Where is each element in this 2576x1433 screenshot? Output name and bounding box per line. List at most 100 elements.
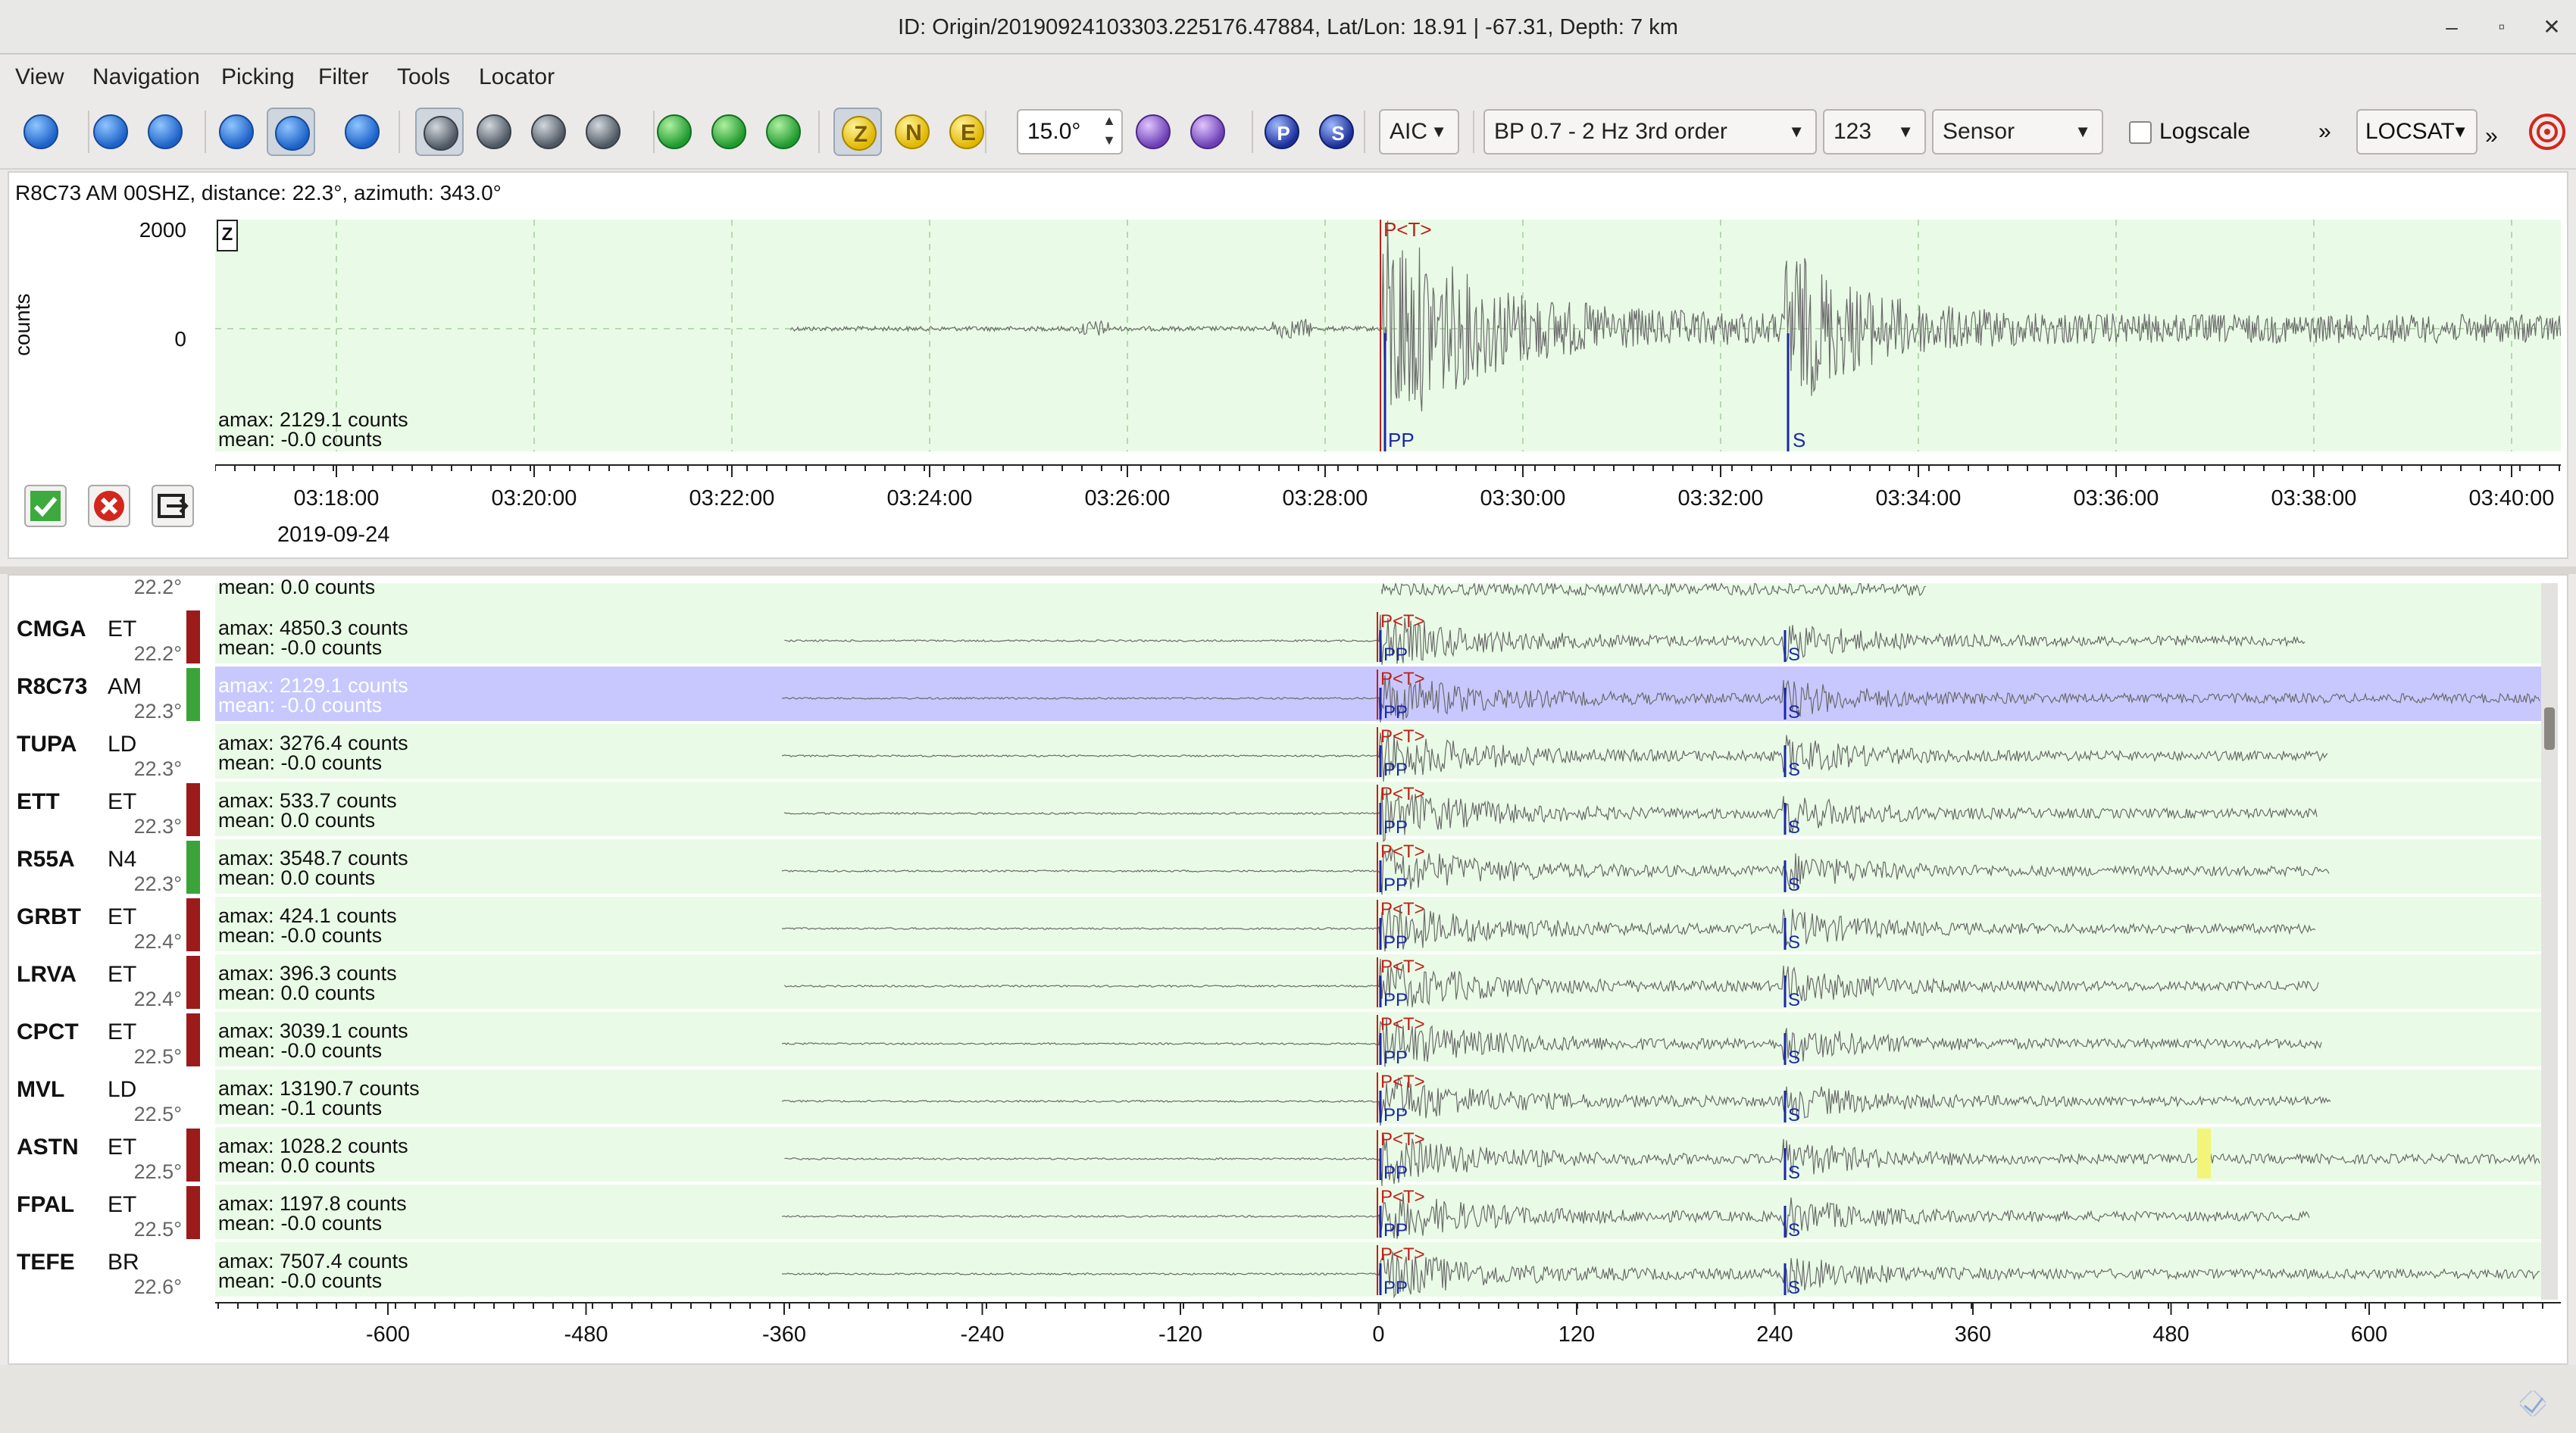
picker-combo[interactable]: AIC ▼	[1379, 109, 1459, 155]
toolbar-separator	[1252, 111, 1253, 153]
chevron-down-icon: ▼	[2452, 122, 2468, 141]
station-name[interactable]: ETT	[17, 789, 60, 815]
row-mean: mean: -0.0 counts	[218, 694, 383, 716]
station-traces-plot[interactable]: P<T>PP SP<T>PP SP<T>PP SP<T>PP SP<T>PP SP<T>P…	[215, 583, 2541, 1300]
station-name[interactable]: MVL	[17, 1077, 64, 1103]
menu-filter[interactable]: Filter	[318, 55, 369, 100]
network-code: ET	[108, 617, 137, 642]
toolbar-separator	[205, 111, 206, 153]
relative-tick-label: 240	[1756, 1322, 1793, 1347]
row-s-label: S	[1788, 645, 1800, 665]
station-name[interactable]: TEFE	[17, 1250, 75, 1275]
row-theoretical-label: P<T>	[1380, 1014, 1425, 1035]
close-button[interactable]: ✕	[2535, 11, 2568, 44]
station-name[interactable]: GRBT	[17, 904, 81, 930]
marker-highlight	[2197, 1129, 2211, 1179]
station-name[interactable]: CMGA	[17, 617, 86, 642]
picker-combo-value: AIC	[1390, 119, 1428, 144]
toolbar-overflow-button[interactable]: »	[2318, 109, 2331, 155]
row-amax: amax: 533.7 counts	[218, 789, 397, 812]
locator-combo[interactable]: LOCSAT ▼	[2356, 109, 2478, 155]
component-n-icon: N	[895, 114, 930, 149]
target-icon[interactable]	[2528, 112, 2567, 151]
previous-button[interactable]	[86, 108, 135, 156]
station-name[interactable]: LRVA	[17, 962, 77, 988]
logscale-checkbox[interactable]	[2129, 121, 2152, 144]
panel-splitter[interactable]	[0, 567, 2576, 574]
locator-overflow-button[interactable]: »	[2485, 114, 2498, 159]
row-theoretical-label: P<T>	[1380, 1244, 1425, 1265]
station-name[interactable]: FPAL	[17, 1192, 74, 1218]
component-e-button[interactable]: E	[943, 108, 991, 156]
row-p-label: PP	[1383, 990, 1408, 1010]
home-button[interactable]	[17, 108, 65, 156]
export-button[interactable]	[152, 485, 194, 527]
component-n-icon-glyph: N	[905, 120, 922, 145]
number-combo[interactable]: 123 ▼	[1823, 109, 1926, 155]
time-tick-label: 03:28:00	[1282, 486, 1368, 510]
next-button[interactable]	[141, 108, 189, 156]
station-name[interactable]: CPCT	[17, 1019, 79, 1045]
rotate-left-icon	[1136, 114, 1171, 149]
network-code: ET	[108, 1135, 137, 1160]
sort-distance-button[interactable]	[415, 108, 464, 156]
row-amax: amax: 1197.8 counts	[218, 1192, 407, 1215]
vertical-scrollbar[interactable]	[2541, 583, 2558, 1300]
component-n-button[interactable]: N	[888, 108, 936, 156]
menu-tools[interactable]: Tools	[397, 55, 450, 100]
station-name[interactable]: TUPA	[17, 732, 77, 757]
station-name[interactable]: R8C73	[17, 674, 87, 700]
station-distance: 22.2°	[133, 642, 182, 665]
row-mean: mean: 0.0 counts	[218, 809, 376, 832]
date-label: 2019-09-24	[277, 523, 390, 547]
rotate-right-button[interactable]	[1183, 108, 1232, 156]
y-tick-2000: 2000	[139, 218, 186, 242]
component-z-button[interactable]: Z	[833, 108, 882, 156]
pick-record-button[interactable]	[650, 108, 699, 156]
station-name[interactable]: R55A	[17, 847, 75, 873]
pick-replay-button[interactable]	[705, 108, 753, 156]
minimize-button[interactable]: –	[2435, 11, 2468, 44]
main-trace-plot[interactable]: P<T> PP S	[215, 220, 2561, 451]
export-icon	[158, 494, 189, 518]
resize-grip-icon[interactable]	[2520, 1391, 2546, 1416]
row-amax: amax: 1028.2 counts	[218, 1135, 408, 1157]
menu-picking[interactable]: Picking	[221, 55, 295, 100]
zoom-fit-icon	[275, 116, 310, 151]
rotate-left-button[interactable]	[1129, 108, 1177, 156]
row-theoretical-label: P<T>	[1380, 1129, 1425, 1150]
row-s-label: S	[1788, 1163, 1800, 1183]
row-s-label: S	[1788, 1047, 1800, 1068]
partial-row-mean: mean: 0.0 counts	[218, 576, 376, 598]
sort-station-button[interactable]	[524, 108, 573, 156]
logscale-label: Logscale	[2159, 119, 2251, 144]
sort-azimuth-button[interactable]	[470, 108, 518, 156]
rotate-right-icon	[1190, 114, 1225, 149]
rotation-spin-arrows[interactable]: ▲ ▼	[1097, 111, 1121, 153]
reject-button[interactable]	[88, 485, 130, 527]
phase-s-button[interactable]: S	[1312, 108, 1361, 156]
menu-view[interactable]: View	[15, 55, 64, 100]
sort-residual-button[interactable]	[579, 108, 627, 156]
align-button[interactable]	[338, 108, 386, 156]
maximize-button[interactable]: ▫	[2485, 11, 2518, 44]
accept-button[interactable]	[24, 485, 67, 527]
component-e-icon: E	[949, 114, 984, 149]
time-tick-label: 03:22:00	[689, 486, 775, 510]
pick-settings-button[interactable]	[759, 108, 808, 156]
zoom-out-horizontal-button[interactable]	[212, 108, 261, 156]
zoom-fit-button[interactable]	[267, 108, 315, 156]
s-pick-label: S	[1793, 429, 1805, 451]
menu-locator[interactable]: Locator	[479, 55, 555, 100]
scrollbar-thumb[interactable]	[2544, 707, 2555, 750]
phase-p-button[interactable]: P	[1258, 108, 1306, 156]
filter-combo[interactable]: BP 0.7 - 2 Hz 3rd order ▼	[1483, 109, 1817, 155]
station-name[interactable]: ASTN	[17, 1135, 79, 1160]
row-mean: mean: -0.0 counts	[218, 924, 383, 947]
unit-combo[interactable]: Sensor ▼	[1932, 109, 2103, 155]
relative-tick-label: 360	[1954, 1322, 1992, 1347]
chevron-down-icon: ▼	[2074, 122, 2091, 141]
station-distance: 22.4°	[133, 930, 182, 953]
row-theoretical-label: P<T>	[1380, 841, 1425, 862]
menu-navigation[interactable]: Navigation	[92, 55, 200, 100]
